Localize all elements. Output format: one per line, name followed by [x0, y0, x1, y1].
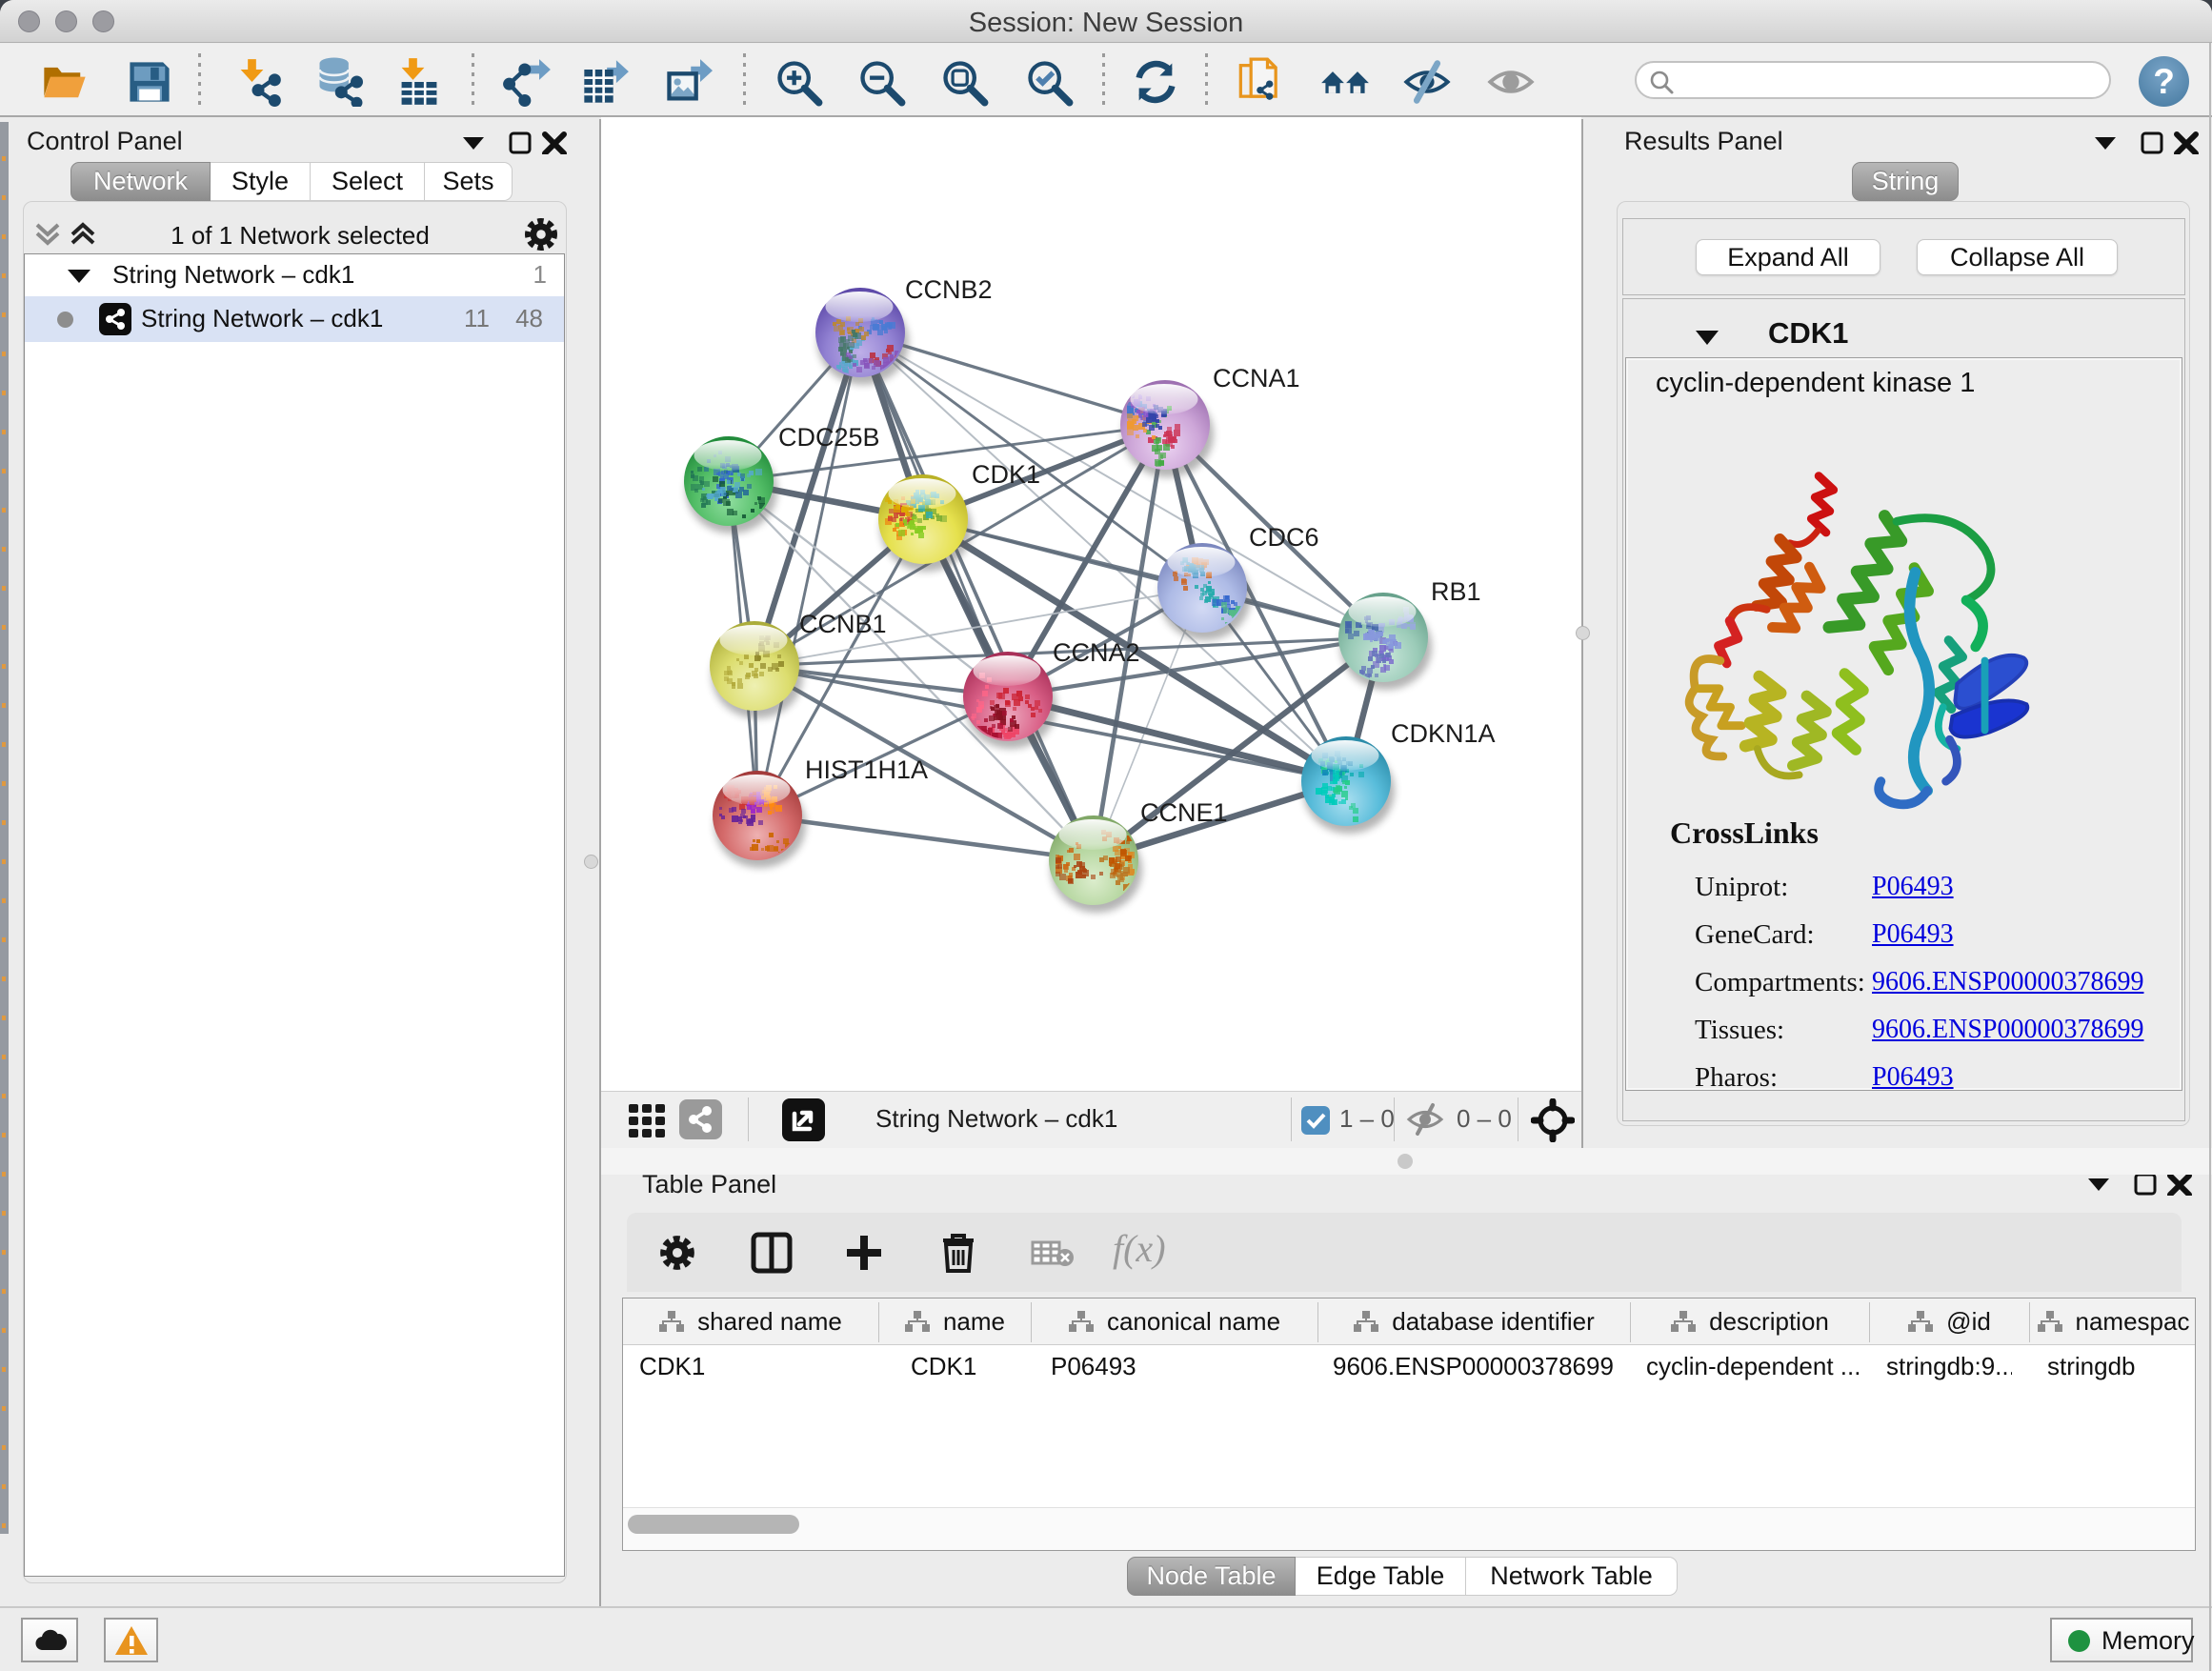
svg-text:CCNE1: CCNE1: [1140, 798, 1228, 827]
svg-text:CCNA1: CCNA1: [1213, 364, 1300, 393]
svg-text:CDK1: CDK1: [972, 460, 1040, 489]
svg-text:CCNB2: CCNB2: [905, 275, 993, 304]
svg-text:CDKN1A: CDKN1A: [1391, 719, 1496, 748]
svg-text:CCNB1: CCNB1: [799, 610, 887, 638]
svg-text:CCNA2: CCNA2: [1053, 638, 1140, 667]
svg-text:CDC6: CDC6: [1249, 523, 1319, 552]
svg-text:CDC25B: CDC25B: [778, 423, 880, 452]
svg-text:HIST1H1A: HIST1H1A: [805, 755, 928, 784]
svg-text:RB1: RB1: [1431, 577, 1481, 606]
